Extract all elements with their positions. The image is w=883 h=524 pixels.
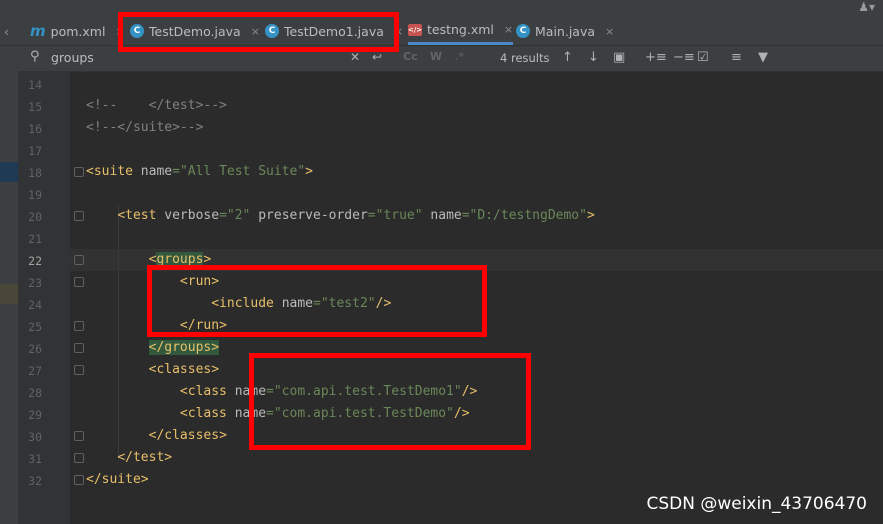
fold-marker[interactable] <box>74 431 84 441</box>
close-icon[interactable]: × <box>504 23 513 36</box>
fold-marker[interactable] <box>74 365 84 375</box>
java-class-icon: C <box>516 24 530 38</box>
watermark: CSDN @weixin_43706470 <box>646 494 867 514</box>
line-number: 20 <box>28 210 42 224</box>
line-number: 31 <box>28 452 42 466</box>
tab-overflow-arrow[interactable]: ‹ <box>4 17 22 45</box>
tab-main-java[interactable]: C Main.java × <box>516 17 614 45</box>
line-number: 19 <box>28 188 42 202</box>
line-number: 17 <box>28 144 42 158</box>
line-number: 26 <box>28 342 42 356</box>
arrow-up-icon[interactable]: ↑ <box>562 50 573 65</box>
regex-toggle[interactable]: .* <box>455 50 464 63</box>
fold-marker[interactable] <box>74 211 84 221</box>
xml-file-icon: </> <box>407 23 423 36</box>
line-number: 18 <box>28 166 42 180</box>
line-number: 23 <box>28 276 42 290</box>
tool-window-marker[interactable] <box>0 162 18 182</box>
search-icon: ⚲ <box>30 49 40 64</box>
annotation-box-classes <box>249 353 531 450</box>
tab-label: Main.java <box>535 23 596 39</box>
user-icon[interactable]: ♟▾ <box>858 0 875 14</box>
code-line[interactable]: </groups> <box>86 337 220 359</box>
fold-marker[interactable] <box>74 167 84 177</box>
tab-label: pom.xml <box>50 23 106 39</box>
search-input[interactable]: groups <box>51 50 94 65</box>
words-toggle[interactable]: W <box>430 50 442 63</box>
select-all-occurrences-icon[interactable]: ▣ <box>613 50 625 65</box>
chevron-left-icon: ‹ <box>4 23 9 39</box>
code-line[interactable]: </classes> <box>86 425 227 447</box>
code-line[interactable]: </suite> <box>86 469 149 491</box>
select-all-icon[interactable]: ☑ <box>697 50 709 65</box>
history-icon[interactable]: ↩ <box>372 50 382 64</box>
results-count: 4 results <box>500 51 550 65</box>
tab-label: testng.xml <box>427 22 494 37</box>
line-number: 21 <box>28 232 42 246</box>
line-number: 16 <box>28 122 42 136</box>
annotation-box-tabs <box>118 12 399 52</box>
fold-marker[interactable] <box>74 277 84 287</box>
fold-marker[interactable] <box>74 321 84 331</box>
close-icon[interactable]: × <box>605 25 614 38</box>
line-number: 32 <box>28 474 42 488</box>
tool-window-marker[interactable] <box>0 284 18 304</box>
line-number: 25 <box>28 320 42 334</box>
line-number: 30 <box>28 430 42 444</box>
line-number: 14 <box>28 78 42 92</box>
line-number: 28 <box>28 386 42 400</box>
fold-marker[interactable] <box>74 255 84 265</box>
code-line[interactable]: </test> <box>86 447 172 469</box>
line-number: 29 <box>28 408 42 422</box>
tab-testng-xml[interactable]: </> testng.xml × <box>407 17 514 45</box>
code-line[interactable]: <!--</suite>--> <box>86 117 203 139</box>
remove-occurrence-icon[interactable]: −≡ <box>673 50 695 65</box>
line-number: 15 <box>28 100 42 114</box>
fold-marker[interactable] <box>74 475 84 485</box>
clear-icon[interactable]: ✕ <box>350 50 360 64</box>
code-line[interactable]: <classes> <box>86 359 219 381</box>
line-number: 22 <box>28 254 42 268</box>
add-occurrence-icon[interactable]: +≡ <box>645 50 667 65</box>
code-line[interactable]: <test verbose="2" preserve-order="true" … <box>86 205 594 227</box>
tab-pom-xml[interactable]: m pom.xml × <box>30 17 125 45</box>
line-number: 24 <box>28 298 42 312</box>
code-line[interactable]: <!-- </test>--> <box>86 95 227 117</box>
context-options-icon[interactable]: ≡ <box>731 50 742 65</box>
code-line[interactable]: <suite name="All Test Suite"> <box>86 161 313 183</box>
fold-marker[interactable] <box>74 343 84 353</box>
filter-icon[interactable]: ▼ <box>758 50 768 65</box>
annotation-box-groups <box>147 265 487 337</box>
arrow-down-icon[interactable]: ↓ <box>588 50 599 65</box>
maven-icon: m <box>30 22 46 40</box>
fold-marker[interactable] <box>74 453 84 463</box>
line-number: 27 <box>28 364 42 378</box>
match-case-toggle[interactable]: Cc <box>403 50 418 63</box>
